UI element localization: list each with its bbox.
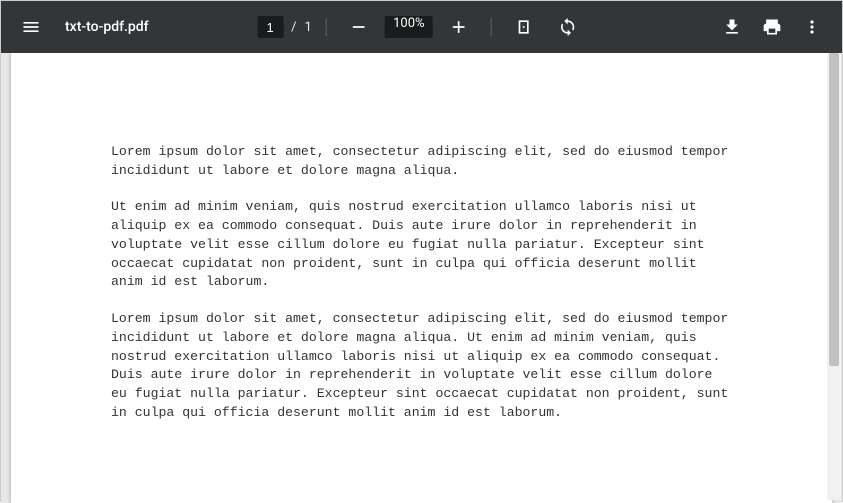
zoom-level-display[interactable]: 100% [385,16,433,38]
document-viewport[interactable]: Lorem ipsum dolor sit amet, consectetur … [1,53,842,503]
page-total: 1 [305,20,312,35]
page-number-input[interactable] [257,16,283,38]
pdf-page: Lorem ipsum dolor sit amet, consectetur … [11,53,832,503]
zoom-out-icon[interactable] [341,9,377,45]
toolbar-right [714,9,830,45]
download-icon[interactable] [714,9,750,45]
vertical-scrollbar[interactable] [827,53,841,500]
paragraph: Lorem ipsum dolor sit amet, consectetur … [111,143,732,180]
filename-label: txt-to-pdf.pdf [65,19,149,35]
scrollbar-thumb[interactable] [829,53,839,366]
paragraph: Ut enim ad minim veniam, quis nostrud ex… [111,198,732,292]
pdf-toolbar: txt-to-pdf.pdf / 1 100% [1,1,842,53]
divider [326,18,327,36]
zoom-in-icon[interactable] [441,9,477,45]
page-separator: / [291,20,296,35]
menu-icon[interactable] [13,9,49,45]
divider [491,18,492,36]
print-icon[interactable] [754,9,790,45]
fit-page-icon[interactable] [506,9,542,45]
more-icon[interactable] [794,9,830,45]
toolbar-center: / 1 100% [257,1,586,53]
rotate-icon[interactable] [550,9,586,45]
paragraph: Lorem ipsum dolor sit amet, consectetur … [111,310,732,422]
